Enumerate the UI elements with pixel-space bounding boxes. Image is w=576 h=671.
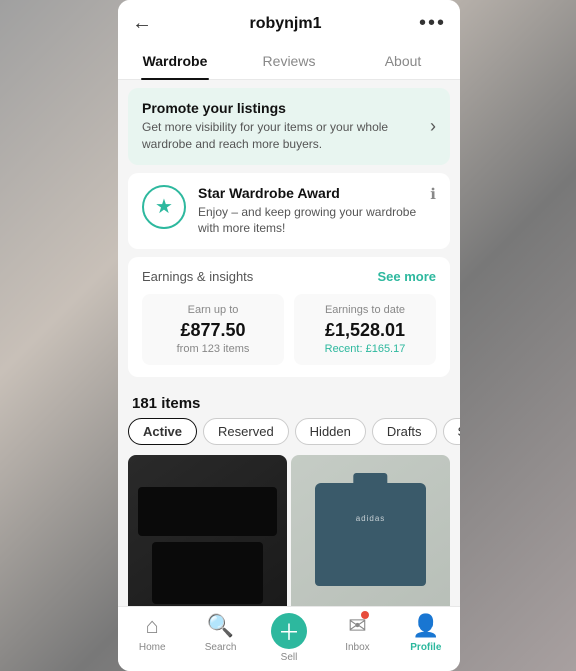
inbox-badge-dot (361, 611, 369, 619)
nav-home[interactable]: ⌂ Home (118, 613, 186, 663)
award-text: Star Wardrobe Award Enjoy – and keep gro… (198, 185, 418, 238)
nav-inbox[interactable]: ✉ Inbox (323, 613, 391, 663)
earnings-grid: Earn up to £877.50 from 123 items Earnin… (142, 294, 436, 365)
earnings-section: Earnings & insights See more Earn up to … (128, 257, 450, 377)
filter-pills: Active Reserved Hidden Drafts Sold (118, 418, 460, 455)
promote-description: Get more visibility for your items or yo… (142, 119, 430, 153)
items-count: 181 items (118, 385, 460, 418)
profile-icon: 👤 (412, 613, 439, 639)
phone-screen: ← robynjm1 ••• Wardrobe Reviews About Pr… (118, 0, 460, 671)
search-label: Search (205, 642, 237, 653)
sell-label: Sell (281, 652, 298, 663)
earnings-to-date-card: Earnings to date £1,528.01 Recent: £165.… (294, 294, 436, 365)
award-description: Enjoy – and keep growing your wardrobe w… (198, 204, 418, 238)
inbox-label: Inbox (345, 642, 369, 653)
username-title: robynjm1 (249, 15, 321, 33)
see-more-button[interactable]: See more (377, 269, 436, 284)
bikini-top-shape (138, 487, 277, 536)
earn-up-to-amount: £877.50 (154, 320, 272, 341)
earn-up-to-card: Earn up to £877.50 from 123 items (142, 294, 284, 365)
nav-profile[interactable]: 👤 Profile (392, 613, 460, 663)
bottom-nav: ⌂ Home 🔍 Search ＋ Sell ✉ Inbox 👤 Profile (118, 606, 460, 671)
info-icon[interactable]: ℹ (430, 185, 436, 203)
promote-arrow-icon: › (430, 116, 436, 137)
home-icon: ⌂ (146, 613, 159, 639)
header: ← robynjm1 ••• (118, 0, 460, 43)
back-button[interactable]: ← (132, 12, 152, 35)
earn-up-to-from: from 123 items (154, 343, 272, 355)
promote-banner[interactable]: Promote your listings Get more visibilit… (128, 88, 450, 165)
promote-text: Promote your listings Get more visibilit… (142, 100, 430, 153)
award-star-icon: ★ (142, 185, 186, 229)
bikini-bottom-shape (152, 542, 263, 605)
filter-reserved[interactable]: Reserved (203, 418, 289, 445)
content-area: Promote your listings Get more visibilit… (118, 80, 460, 606)
star-award-card: ★ Star Wardrobe Award Enjoy – and keep g… (128, 173, 450, 250)
tab-reviews[interactable]: Reviews (232, 43, 346, 79)
earnings-to-date-amount: £1,528.01 (306, 320, 424, 341)
nav-search[interactable]: 🔍 Search (186, 613, 254, 663)
earnings-label: Earnings & insights (142, 269, 253, 284)
tab-wardrobe[interactable]: Wardrobe (118, 43, 232, 79)
sell-button-icon: ＋ (271, 613, 307, 649)
tshirt-shape (315, 483, 426, 586)
tabs-bar: Wardrobe Reviews About (118, 43, 460, 80)
items-grid (118, 455, 460, 606)
item-thumbnail-bikini[interactable] (128, 455, 287, 606)
promote-title: Promote your listings (142, 100, 430, 116)
earnings-to-date-label: Earnings to date (306, 304, 424, 316)
tab-about[interactable]: About (346, 43, 460, 79)
filter-sold[interactable]: Sold (443, 418, 460, 445)
item-thumbnail-tshirt[interactable] (291, 455, 450, 606)
filter-active[interactable]: Active (128, 418, 197, 445)
filter-hidden[interactable]: Hidden (295, 418, 366, 445)
inbox-icon: ✉ (348, 613, 366, 639)
search-icon: 🔍 (207, 613, 234, 639)
recent-earnings: Recent: £165.17 (306, 343, 424, 355)
profile-label: Profile (410, 642, 441, 653)
nav-sell[interactable]: ＋ Sell (255, 613, 323, 663)
earn-up-to-label: Earn up to (154, 304, 272, 316)
award-title: Star Wardrobe Award (198, 185, 418, 201)
earnings-header: Earnings & insights See more (142, 269, 436, 284)
more-options-button[interactable]: ••• (419, 12, 446, 35)
filter-drafts[interactable]: Drafts (372, 418, 437, 445)
home-label: Home (139, 642, 166, 653)
